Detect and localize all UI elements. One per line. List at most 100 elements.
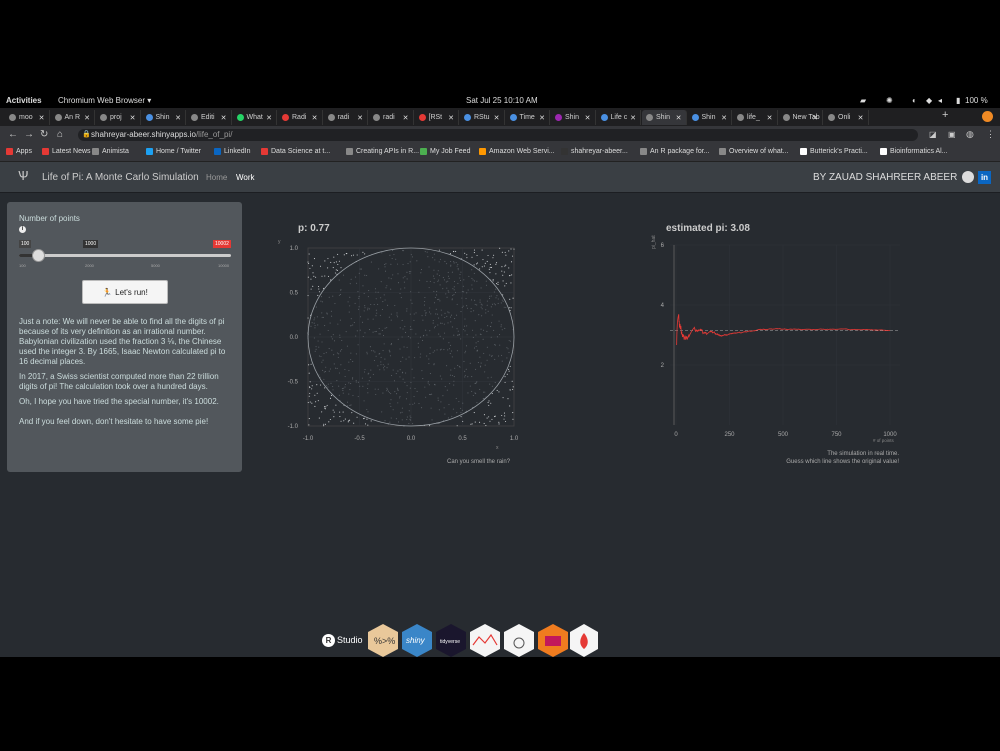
tab-close-icon[interactable]: ✕: [221, 114, 227, 122]
activities-button[interactable]: Activities: [6, 96, 42, 105]
bookmark-item[interactable]: Animista: [92, 148, 129, 155]
browser-tab[interactable]: Radi ✕: [278, 110, 323, 125]
nav-home[interactable]: Home: [206, 173, 227, 182]
scatter-point: [308, 372, 310, 374]
browser-tab[interactable]: Onli ✕: [824, 110, 869, 125]
tab-close-icon[interactable]: ✕: [812, 114, 818, 122]
extension-icon[interactable]: ▣: [948, 130, 956, 139]
bookmark-item[interactable]: Amazon Web Servi...: [479, 148, 555, 155]
network-icon[interactable]: ▰: [860, 96, 866, 105]
tab-close-icon[interactable]: ✕: [858, 114, 864, 122]
back-icon[interactable]: ←: [8, 129, 18, 140]
bookmark-item[interactable]: An R package for...: [640, 148, 710, 155]
night-light-icon[interactable]: ◐: [912, 96, 917, 105]
scatter-point: [356, 282, 358, 284]
tab-close-icon[interactable]: ✕: [175, 114, 181, 122]
scatter-point: [449, 316, 452, 318]
browser-tab[interactable]: What ✕: [233, 110, 277, 125]
tab-close-icon[interactable]: ✕: [403, 114, 409, 122]
scatter-point: [321, 312, 323, 314]
browser-tab[interactable]: life_ ✕: [733, 110, 778, 125]
browser-tab[interactable]: Time ✕: [506, 110, 550, 125]
profile-avatar-icon[interactable]: [982, 111, 993, 122]
scatter-point: [312, 272, 314, 274]
scatter-point: [501, 354, 503, 356]
browser-tab[interactable]: [RSt ✕: [415, 110, 459, 125]
scatter-point: [390, 278, 392, 280]
run-button[interactable]: 🏃 Let's run!: [82, 280, 168, 304]
browser-tab[interactable]: proj ✕: [96, 110, 141, 125]
volume-icon[interactable]: ◂: [938, 96, 942, 105]
wifi-icon[interactable]: ◆: [926, 96, 932, 105]
tab-close-icon[interactable]: ✕: [585, 114, 591, 122]
browser-tab[interactable]: Shin ✕: [688, 110, 732, 125]
linkedin-icon[interactable]: in: [978, 171, 991, 184]
bookmark-item[interactable]: Data Science at t...: [261, 148, 330, 155]
bookmark-item[interactable]: My Job Feed: [420, 148, 470, 155]
bookmark-item[interactable]: Bioinformatics Al...: [880, 148, 948, 155]
scatter-point: [324, 387, 326, 389]
bookmark-item[interactable]: Home / Twitter: [146, 148, 201, 155]
clock[interactable]: Sat Jul 25 10:10 AM: [466, 96, 538, 105]
browser-tab[interactable]: An R ✕: [51, 110, 95, 125]
tab-close-icon[interactable]: ✕: [721, 114, 727, 122]
bookmark-item[interactable]: LinkedIn: [214, 148, 250, 155]
browser-tab[interactable]: Life c ✕: [597, 110, 641, 125]
browser-tab[interactable]: Editi ✕: [187, 110, 232, 125]
scatter-point: [491, 314, 493, 316]
home-icon[interactable]: ⌂: [57, 129, 63, 140]
slider-handle[interactable]: [32, 249, 46, 262]
scatter-point: [411, 328, 413, 330]
tab-close-icon[interactable]: ✕: [130, 114, 136, 122]
tab-close-icon[interactable]: ✕: [357, 114, 363, 122]
bookmark-item[interactable]: Latest News: [42, 148, 91, 155]
battery-icon[interactable]: ▮: [956, 96, 960, 105]
settings-icon[interactable]: ✺: [886, 96, 893, 105]
tab-close-icon[interactable]: ✕: [539, 114, 545, 122]
browser-tab[interactable]: radi ✕: [324, 110, 368, 125]
scatter-point: [448, 403, 450, 406]
tab-close-icon[interactable]: ✕: [676, 114, 682, 122]
extension-icon[interactable]: ◪: [929, 130, 937, 139]
new-tab-icon[interactable]: +: [942, 109, 948, 121]
forward-icon[interactable]: →: [24, 129, 34, 140]
browser-tab[interactable]: RStu ✕: [460, 110, 505, 125]
address-bar[interactable]: 🔒 shahreyar-abeer.shinyapps.io/life_of_p…: [78, 129, 918, 141]
browser-tab[interactable]: Shin ✕: [551, 110, 596, 125]
browser-tab[interactable]: Shin ✕: [142, 110, 186, 125]
scatter-point: [471, 390, 473, 392]
nav-work[interactable]: Work: [236, 173, 255, 182]
scatter-point: [437, 399, 439, 401]
bookmark-item[interactable]: Overview of what...: [719, 148, 789, 155]
tab-close-icon[interactable]: ✕: [767, 114, 773, 122]
reload-icon[interactable]: ↻: [40, 129, 48, 140]
app-title[interactable]: Life of Pi: A Monte Carlo Simulation: [42, 172, 199, 183]
bookmark-item[interactable]: Creating APIs in R...: [346, 148, 419, 155]
tab-close-icon[interactable]: ✕: [266, 114, 272, 122]
scatter-point: [413, 402, 416, 404]
menu-icon[interactable]: ⋮: [986, 129, 995, 140]
browser-tab[interactable]: radi ✕: [369, 110, 414, 125]
bookmark-favicon-icon: [346, 148, 353, 155]
scatter-point: [344, 376, 346, 378]
slider-track[interactable]: [19, 254, 231, 257]
scatter-point: [460, 411, 462, 414]
tab-close-icon[interactable]: ✕: [312, 114, 318, 122]
bookmark-item[interactable]: Butterick's Practi...: [800, 148, 868, 155]
app-menu[interactable]: Chromium Web Browser ▾: [58, 96, 151, 105]
bookmark-item[interactable]: shahreyar-abeer...: [561, 148, 628, 155]
slider-tick: 5000: [151, 263, 160, 268]
github-icon[interactable]: [962, 171, 974, 183]
browser-tab[interactable]: New Tab ✕: [779, 110, 823, 125]
browser-tab[interactable]: Shin ✕: [642, 110, 687, 125]
tab-close-icon[interactable]: ✕: [39, 114, 45, 122]
bookmark-item[interactable]: Apps: [6, 148, 32, 155]
account-icon[interactable]: ◍: [966, 129, 974, 140]
tab-close-icon[interactable]: ✕: [494, 114, 500, 122]
tab-close-icon[interactable]: ✕: [448, 114, 454, 122]
scatter-point: [483, 422, 485, 425]
tab-close-icon[interactable]: ✕: [630, 114, 636, 122]
info-icon[interactable]: i: [19, 226, 26, 233]
tab-close-icon[interactable]: ✕: [84, 114, 90, 122]
browser-tab[interactable]: moo ✕: [5, 110, 50, 125]
